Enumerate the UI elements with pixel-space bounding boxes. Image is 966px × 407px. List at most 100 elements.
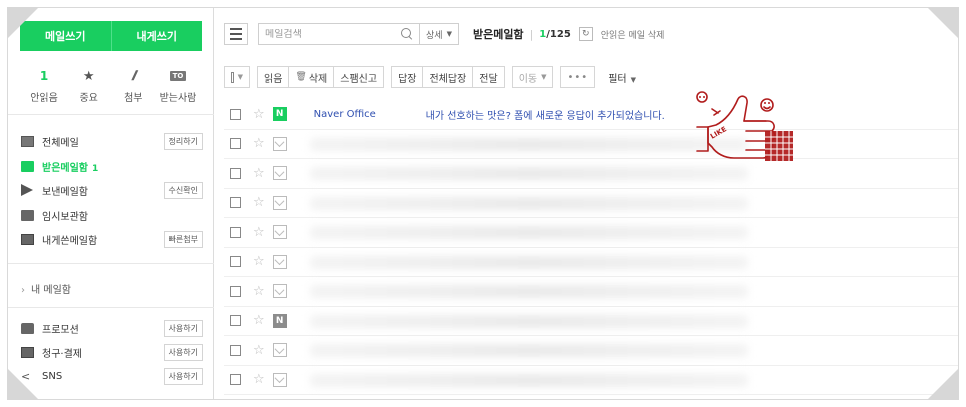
folder-name: 보낸메일함 — [42, 186, 88, 198]
quick-recipient[interactable]: TO 받는사람 — [160, 68, 196, 104]
detail-search-button[interactable]: 상세 ▼ — [420, 23, 459, 45]
row-checkbox[interactable] — [230, 256, 241, 268]
row-checkbox[interactable] — [230, 315, 241, 327]
filter-button[interactable]: 필터 ▼ — [608, 70, 636, 85]
enable-button[interactable]: 사용하기 — [163, 319, 203, 337]
corner-decoration — [927, 368, 959, 400]
star-icon[interactable]: ☆ — [253, 284, 265, 299]
caret-down-icon: ▼ — [237, 73, 243, 81]
mail-row[interactable]: ☆ — [224, 336, 958, 366]
mail-row[interactable]: ☆ — [224, 189, 958, 218]
folder-inbox[interactable]: 받은메일함 1 — [21, 156, 203, 176]
mail-row[interactable]: ☆ — [224, 277, 958, 307]
reply-button[interactable]: 답장 — [391, 66, 424, 88]
star-icon[interactable]: ☆ — [253, 343, 265, 358]
mail-row[interactable]: ☆ — [224, 159, 958, 189]
select-all-checkbox[interactable]: ▼ — [224, 66, 250, 88]
folder-name: 내게쓴메일함 — [42, 235, 98, 247]
folder-self[interactable]: 내게쓴메일함 빠른첨부 — [21, 229, 203, 249]
forward-button[interactable]: 전달 — [472, 66, 505, 88]
organize-button[interactable]: 정리하기 — [163, 132, 203, 150]
inbox-unread-count: 1 — [92, 163, 99, 174]
enable-button[interactable]: 사용하기 — [163, 343, 203, 361]
row-checkbox[interactable] — [230, 226, 241, 238]
blurred-content — [310, 373, 748, 387]
mail-row[interactable]: ☆ — [224, 130, 958, 159]
star-icon[interactable]: ☆ — [253, 195, 265, 210]
star-icon[interactable]: ☆ — [253, 225, 265, 240]
mark-read-button[interactable]: 읽음 — [257, 66, 290, 88]
folder-promotion[interactable]: 프로모션 사용하기 — [21, 318, 203, 338]
mail-row[interactable]: ☆ N Naver Office 내가 선호하는 맛은? 폼에 새로운 응답이 … — [224, 100, 958, 130]
to-icon: TO — [169, 71, 187, 81]
my-mailbox-toggle[interactable]: › 내 메일함 — [21, 281, 71, 296]
quick-attachment-label: 첨부 — [124, 93, 143, 104]
write-to-self-button[interactable]: 내게쓰기 — [110, 21, 202, 51]
compose-row: 메일쓰기 내게쓰기 — [20, 21, 202, 51]
quick-unread-label: 안읽음 — [30, 93, 58, 104]
main-area: 상세▼ 받은메일함 | 1 /125 ↻ 안읽은 메일 삭제 ▼ 읽음 🗑삭제 … — [215, 8, 958, 399]
envelope-icon — [272, 136, 287, 151]
folder-billing[interactable]: 청구·결제 사용하기 — [21, 342, 203, 362]
document-icon — [21, 233, 34, 245]
delete-button[interactable]: 🗑 삭제 — [288, 66, 335, 88]
caret-down-icon: ▼ — [630, 75, 636, 84]
star-icon[interactable]: ☆ — [253, 166, 265, 181]
delete-unread-link[interactable]: 안읽은 메일 삭제 — [601, 28, 665, 41]
envelope-icon — [21, 135, 34, 147]
more-button[interactable]: ••• — [560, 66, 596, 88]
quick-unread[interactable]: 1 안읽음 — [26, 68, 62, 104]
refresh-icon[interactable]: ↻ — [578, 27, 593, 41]
quick-important-label: 중요 — [79, 93, 98, 104]
mail-window: 메일쓰기 내게쓰기 1 안읽음 ★ 중요 𝒍 첨부 TO 받는사람 전체메일 정… — [7, 7, 959, 400]
folder-drafts[interactable]: 임시보관함 — [21, 205, 203, 225]
row-checkbox[interactable] — [230, 138, 241, 150]
blurred-content — [310, 196, 748, 210]
star-icon[interactable]: ☆ — [253, 107, 265, 122]
star-icon[interactable]: ☆ — [253, 372, 265, 387]
mail-subject[interactable]: 내가 선호하는 맛은? 폼에 새로운 응답이 추가되었습니다. — [426, 107, 665, 122]
folder-sent[interactable]: 보낸메일함 수신확인 — [21, 180, 203, 200]
quick-recipient-label: 받는사람 — [159, 93, 197, 104]
quick-important[interactable]: ★ 중요 — [71, 68, 107, 105]
search-icon[interactable] — [401, 28, 413, 40]
folder-all-mail[interactable]: 전체메일 정리하기 — [21, 131, 203, 151]
row-checkbox[interactable] — [230, 108, 241, 120]
enable-button[interactable]: 사용하기 — [163, 367, 203, 385]
row-checkbox[interactable] — [230, 374, 241, 386]
row-checkbox[interactable] — [230, 167, 241, 179]
mail-row[interactable]: ☆ — [224, 366, 958, 395]
row-checkbox[interactable] — [230, 344, 241, 356]
action-toolbar: ▼ 읽음 🗑 삭제 스팸신고 답장 전체답장 전달 이동 ▼ ••• 필터 ▼ — [224, 66, 636, 88]
row-checkbox[interactable] — [230, 197, 241, 209]
mail-row[interactable]: ☆ — [224, 248, 958, 277]
search-input[interactable] — [265, 28, 401, 40]
star-icon[interactable]: ☆ — [253, 313, 265, 328]
read-receipt-button[interactable]: 수신확인 — [163, 181, 203, 199]
chevron-right-icon: › — [21, 285, 25, 296]
divider — [8, 114, 214, 115]
menu-button[interactable] — [224, 23, 248, 45]
mail-sender[interactable]: Naver Office — [314, 109, 426, 120]
shopping-bag-icon — [21, 322, 34, 334]
separator: | — [529, 27, 534, 41]
mail-row[interactable]: ☆ N — [224, 307, 958, 336]
reply-all-button[interactable]: 전체답장 — [422, 66, 474, 88]
move-button[interactable]: 이동 ▼ — [511, 66, 554, 88]
mail-row[interactable]: ☆ — [224, 218, 958, 248]
quick-attach-button[interactable]: 빠른첨부 — [163, 230, 203, 248]
row-checkbox[interactable] — [230, 285, 241, 297]
star-icon[interactable]: ☆ — [253, 136, 265, 151]
blurred-content — [310, 137, 748, 151]
spam-report-button[interactable]: 스팸신고 — [333, 66, 385, 88]
sidebar: 메일쓰기 내게쓰기 1 안읽음 ★ 중요 𝒍 첨부 TO 받는사람 전체메일 정… — [8, 8, 214, 399]
naver-icon: N — [272, 313, 287, 328]
divider — [8, 263, 214, 264]
blurred-content — [310, 314, 748, 328]
star-icon[interactable]: ☆ — [253, 254, 265, 269]
folder-sns[interactable]: < SNS 사용하기 — [21, 366, 203, 386]
search-box — [258, 23, 420, 45]
envelope-icon — [272, 254, 287, 269]
unread-count: 1 — [539, 28, 547, 40]
quick-attachment[interactable]: 𝒍 첨부 — [115, 68, 151, 105]
